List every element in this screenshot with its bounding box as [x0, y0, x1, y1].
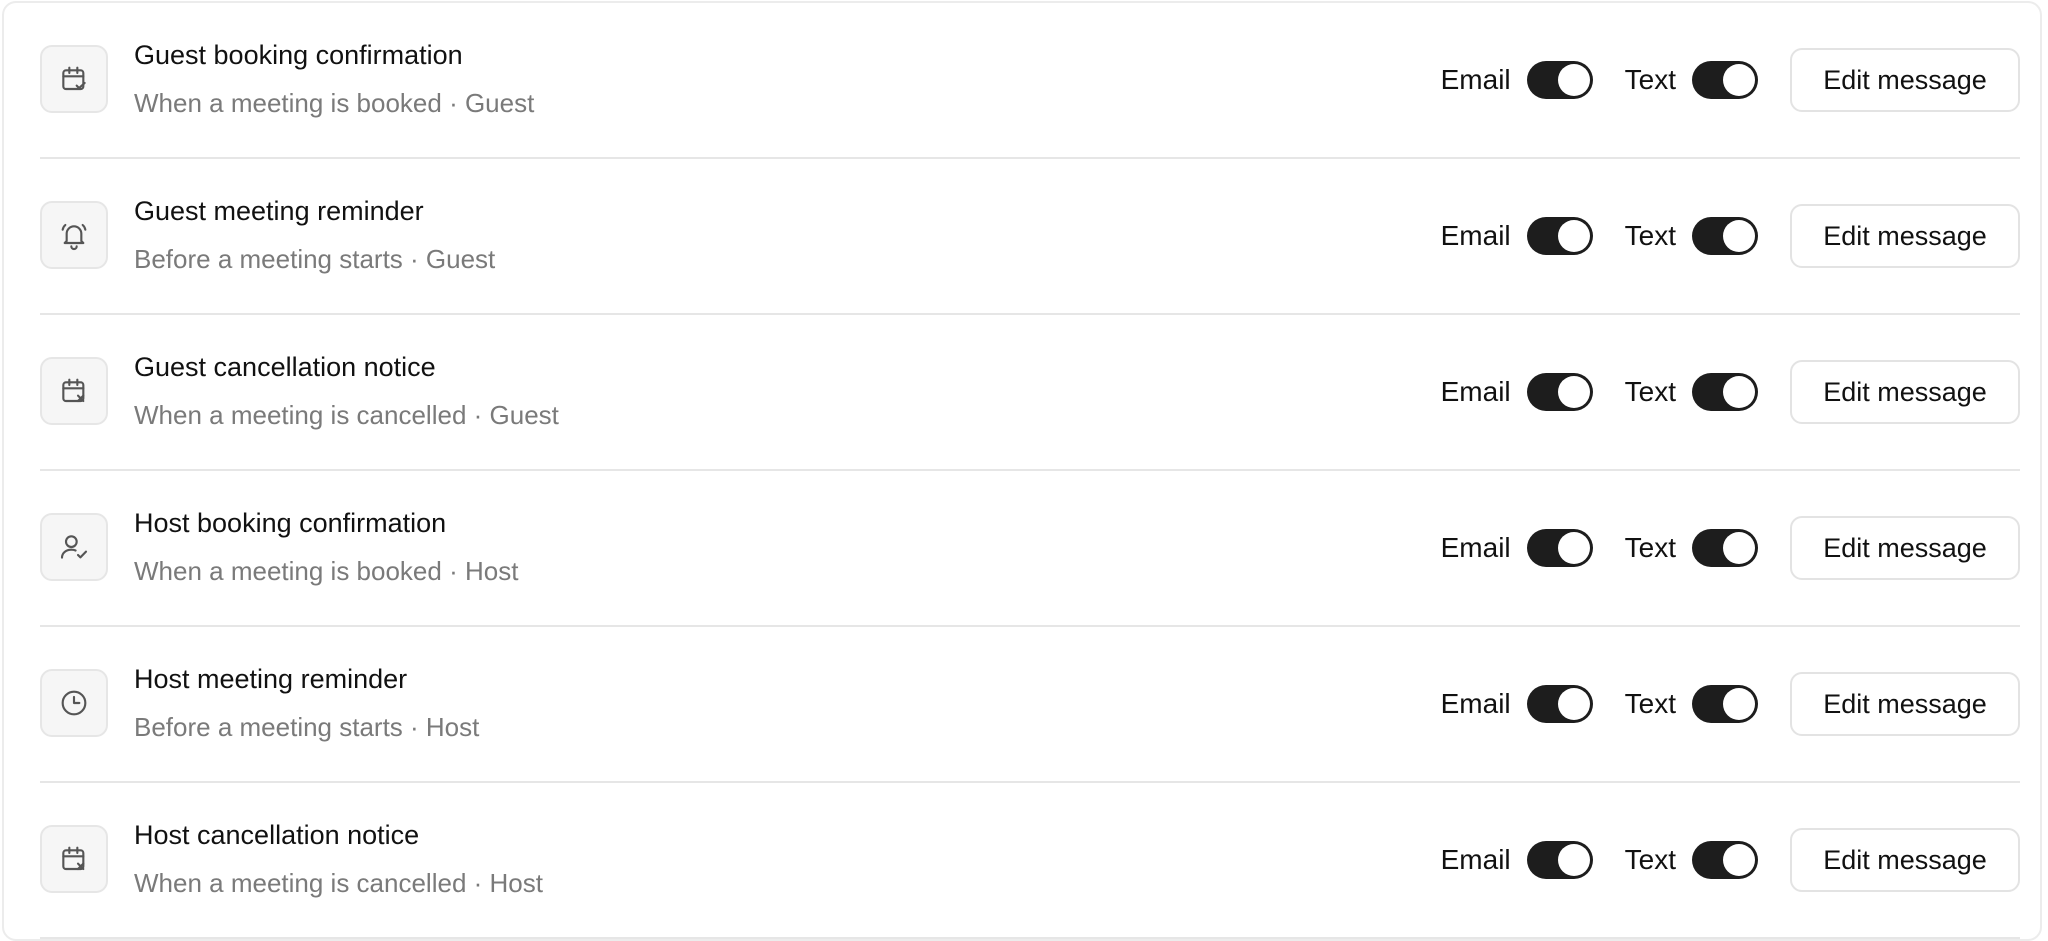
- toggle-knob: [1723, 844, 1755, 876]
- text-toggle[interactable]: [1692, 529, 1758, 567]
- edit-message-button[interactable]: Edit message: [1790, 360, 2020, 424]
- notification-list: Guest booking confirmation When a meetin…: [40, 3, 2020, 939]
- email-toggle[interactable]: [1526, 373, 1593, 411]
- notification-subtitle: When a meeting is booked · Guest: [134, 88, 535, 118]
- notification-controls: Email Text Edit message: [1441, 516, 2020, 580]
- toggle-knob: [1557, 844, 1590, 876]
- text-toggle[interactable]: [1692, 217, 1758, 255]
- notification-row: Host meeting reminder Before a meeting s…: [40, 627, 2020, 783]
- email-toggle[interactable]: [1526, 217, 1593, 255]
- notification-text: Guest meeting reminder Before a meeting …: [134, 194, 1441, 276]
- toggle-knob: [1557, 688, 1590, 720]
- email-label: Email: [1440, 688, 1511, 719]
- notification-title: Host cancellation notice: [134, 820, 420, 850]
- notification-row: Host booking confirmation When a meeting…: [40, 471, 2020, 627]
- notification-text: Guest cancellation notice When a meeting…: [134, 350, 1441, 432]
- email-toggle[interactable]: [1526, 529, 1593, 567]
- text-label: Text: [1624, 844, 1676, 875]
- edit-message-button[interactable]: Edit message: [1790, 672, 2020, 736]
- notification-subtitle: When a meeting is booked · Host: [134, 556, 519, 586]
- email-toggle[interactable]: [1526, 841, 1593, 879]
- notification-row: Guest cancellation notice When a meeting…: [40, 315, 2020, 471]
- email-label: Email: [1440, 532, 1511, 563]
- edit-message-button[interactable]: Edit message: [1790, 204, 2020, 268]
- notification-text: Host meeting reminder Before a meeting s…: [134, 662, 1441, 744]
- text-label: Text: [1624, 220, 1676, 251]
- email-label: Email: [1440, 64, 1511, 95]
- notification-text: Guest booking confirmation When a meetin…: [134, 38, 1441, 120]
- toggle-knob: [1723, 532, 1755, 564]
- text-label: Text: [1624, 64, 1676, 95]
- notification-subtitle: Before a meeting starts · Host: [134, 712, 480, 742]
- email-toggle[interactable]: [1526, 685, 1593, 723]
- text-toggle[interactable]: [1692, 61, 1758, 99]
- notification-row: Host cancellation notice When a meeting …: [40, 783, 2020, 939]
- user-check-icon: [40, 513, 108, 581]
- notification-controls: Email Text Edit message: [1441, 672, 2020, 736]
- notification-title: Guest cancellation notice: [134, 352, 436, 382]
- notification-title: Guest meeting reminder: [134, 196, 424, 226]
- notification-text: Host booking confirmation When a meeting…: [134, 506, 1441, 588]
- text-toggle[interactable]: [1692, 841, 1758, 879]
- email-label: Email: [1440, 844, 1511, 875]
- toggle-knob: [1557, 220, 1590, 252]
- toggle-knob: [1557, 376, 1590, 408]
- notification-subtitle: When a meeting is cancelled · Guest: [134, 400, 559, 430]
- toggle-knob: [1723, 220, 1755, 252]
- calendar-check-icon: [40, 45, 108, 113]
- toggle-knob: [1723, 64, 1755, 96]
- notification-title: Host booking confirmation: [134, 508, 447, 538]
- bell-ringing-icon: [40, 201, 108, 269]
- notification-controls: Email Text Edit message: [1441, 204, 2020, 268]
- toggle-knob: [1723, 688, 1755, 720]
- toggle-knob: [1557, 64, 1590, 96]
- text-toggle[interactable]: [1692, 373, 1758, 411]
- text-toggle[interactable]: [1692, 685, 1758, 723]
- toggle-knob: [1557, 532, 1590, 564]
- calendar-x-icon: [40, 825, 108, 893]
- notification-subtitle: When a meeting is cancelled · Host: [134, 868, 543, 898]
- clock-icon: [40, 669, 108, 737]
- email-toggle[interactable]: [1526, 61, 1593, 99]
- calendar-x-icon: [40, 357, 108, 425]
- notification-row: Guest booking confirmation When a meetin…: [40, 3, 2020, 159]
- text-label: Text: [1624, 688, 1676, 719]
- notification-controls: Email Text Edit message: [1441, 828, 2020, 892]
- notification-controls: Email Text Edit message: [1441, 48, 2020, 112]
- toggle-knob: [1723, 376, 1755, 408]
- email-label: Email: [1440, 376, 1511, 407]
- notification-title: Host meeting reminder: [134, 664, 408, 694]
- notifications-card: Guest booking confirmation When a meetin…: [2, 1, 2042, 941]
- edit-message-button[interactable]: Edit message: [1790, 828, 2020, 892]
- edit-message-button[interactable]: Edit message: [1790, 48, 2020, 112]
- notification-row: Guest meeting reminder Before a meeting …: [40, 159, 2020, 315]
- notification-title: Guest booking confirmation: [134, 40, 463, 70]
- text-label: Text: [1624, 532, 1676, 563]
- text-label: Text: [1624, 376, 1676, 407]
- edit-message-button[interactable]: Edit message: [1790, 516, 2020, 580]
- email-label: Email: [1440, 220, 1511, 251]
- notification-controls: Email Text Edit message: [1441, 360, 2020, 424]
- notification-text: Host cancellation notice When a meeting …: [134, 818, 1441, 900]
- notification-subtitle: Before a meeting starts · Guest: [134, 244, 496, 274]
